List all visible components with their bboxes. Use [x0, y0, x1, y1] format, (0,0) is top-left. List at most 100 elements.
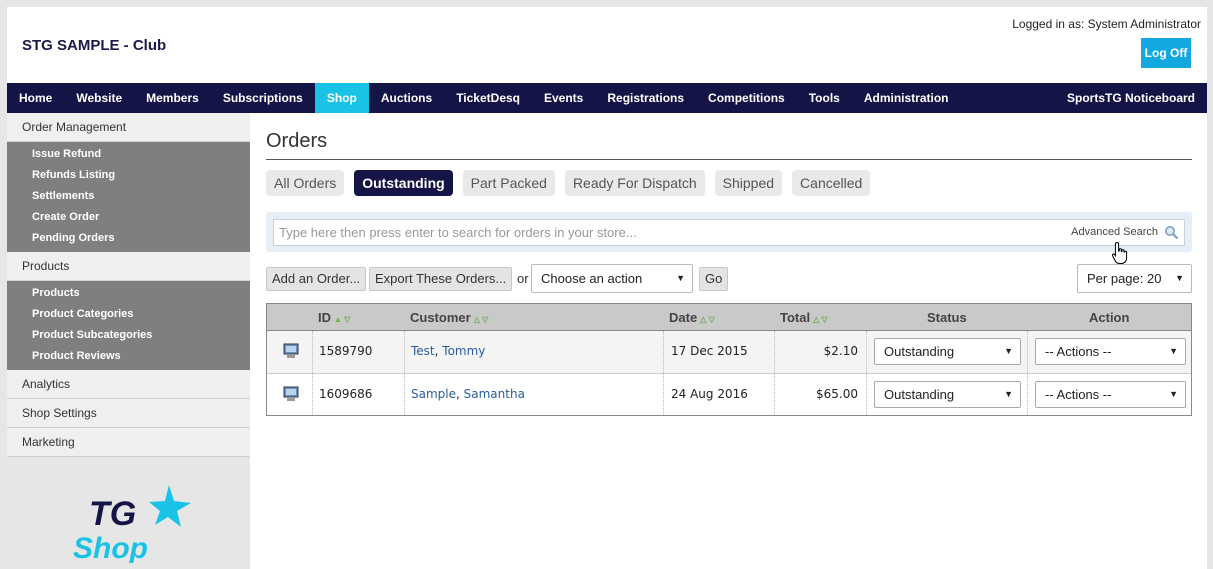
sidebar-item-product-reviews[interactable]: Product Reviews [7, 346, 250, 367]
nav-registrations[interactable]: Registrations [595, 83, 696, 113]
order-date: 24 Aug 2016 [671, 387, 748, 401]
export-orders-button[interactable]: Export These Orders... [369, 267, 513, 291]
chevron-down-icon: ▼ [1004, 346, 1013, 356]
chevron-down-icon: ▼ [1169, 389, 1178, 399]
col-total-header[interactable]: Total △ ▽ [780, 304, 828, 333]
orders-table: ID ▲ ▽ Customer △ ▽ Date △ ▽ Total △ ▽ Statu… [266, 303, 1192, 416]
sidebar-item-settlements[interactable]: Settlements [7, 186, 250, 207]
nav-administration[interactable]: Administration [852, 83, 961, 113]
nav-competitions[interactable]: Competitions [696, 83, 797, 113]
search-box: Advanced Search [273, 219, 1185, 246]
chevron-down-icon: ▼ [676, 273, 685, 283]
actions-select[interactable]: -- Actions -- ▼ [1035, 381, 1186, 408]
actions-select[interactable]: -- Actions -- ▼ [1035, 338, 1186, 365]
page-title: Orders [266, 130, 328, 152]
sort-icon: △ ▽ [700, 315, 715, 324]
app-frame: STG SAMPLE - Club Logged in as: System A… [7, 7, 1207, 569]
order-total: $65.00 [816, 387, 858, 401]
logo-tg-text: TG [89, 495, 136, 533]
search-bar: Advanced Search [266, 212, 1192, 252]
nav-ticketdesq[interactable]: TicketDesq [444, 83, 532, 113]
tab-shipped[interactable]: Shipped [714, 170, 783, 196]
nav-tools[interactable]: Tools [797, 83, 852, 113]
nav-subscriptions[interactable]: Subscriptions [211, 83, 315, 113]
tab-ready-for-dispatch[interactable]: Ready For Dispatch [564, 170, 705, 196]
order-total: $2.10 [823, 344, 858, 358]
tab-part-packed[interactable]: Part Packed [462, 170, 555, 196]
table-header: ID ▲ ▽ Customer △ ▽ Date △ ▽ Total △ ▽ Statu… [267, 304, 1191, 331]
club-title: STG SAMPLE - Club [22, 37, 167, 54]
main-nav: Home Website Members Subscriptions Shop … [7, 83, 1207, 113]
main-content: Orders All Orders Outstanding Part Packe… [266, 113, 1192, 569]
col-date-header[interactable]: Date △ ▽ [669, 304, 715, 333]
search-icon[interactable] [1164, 225, 1179, 240]
sidebar-item-issue-refund[interactable]: Issue Refund [7, 144, 250, 165]
sidebar: Order Management Issue Refund Refunds Li… [7, 113, 250, 569]
col-id-header[interactable]: ID ▲ ▽ [318, 304, 350, 333]
customer-first-link[interactable]: Sample [411, 387, 456, 401]
sidebar-item-refunds-listing[interactable]: Refunds Listing [7, 165, 250, 186]
customer-cell: Test, Tommy [411, 344, 486, 358]
nav-auctions[interactable]: Auctions [369, 83, 444, 113]
nav-noticeboard[interactable]: SportsTG Noticeboard [1067, 83, 1195, 113]
logo-shop-text: Shop [73, 532, 148, 563]
sort-icon: △ ▽ [813, 315, 828, 324]
table-row[interactable]: 1609686 Sample, Samantha 24 Aug 2016 $65… [267, 373, 1191, 415]
table-row[interactable]: 1589790 Test, Tommy 17 Dec 2015 $2.10 Ou… [267, 331, 1191, 373]
sidebar-item-create-order[interactable]: Create Order [7, 207, 250, 228]
computer-icon [283, 343, 299, 358]
status-select[interactable]: Outstanding ▼ [874, 338, 1021, 365]
tab-all-orders[interactable]: All Orders [266, 170, 345, 196]
tg-shop-logo: TG Shop [73, 485, 191, 563]
nav-members[interactable]: Members [134, 83, 211, 113]
star-icon [149, 485, 191, 527]
chevron-down-icon: ▼ [1175, 273, 1184, 283]
per-page-select[interactable]: Per page: 20 ▼ [1077, 264, 1192, 293]
chevron-down-icon: ▼ [1169, 346, 1178, 356]
nav-events[interactable]: Events [532, 83, 595, 113]
chevron-down-icon: ▼ [1004, 389, 1013, 399]
order-id: 1609686 [319, 387, 373, 401]
nav-home[interactable]: Home [7, 83, 64, 113]
products-submenu: Products Product Categories Product Subc… [7, 281, 250, 370]
add-order-button[interactable]: Add an Order... [266, 267, 367, 291]
per-page-value: Per page: 20 [1087, 271, 1162, 286]
action-select[interactable]: Choose an action ▼ [531, 264, 693, 293]
order-submenu: Issue Refund Refunds Listing Settlements… [7, 142, 250, 252]
logoff-button[interactable]: Log Off [1141, 38, 1191, 68]
advanced-search-link[interactable]: Advanced Search [1071, 226, 1158, 238]
customer-last-link[interactable]: Tommy [442, 344, 485, 358]
login-info: Logged in as: System Administrator [1012, 17, 1201, 31]
computer-icon [283, 386, 299, 401]
sidebar-products[interactable]: Products [7, 252, 250, 281]
order-id: 1589790 [319, 344, 373, 358]
hand-cursor-icon [1111, 241, 1128, 264]
customer-cell: Sample, Samantha [411, 387, 525, 401]
title-divider [266, 159, 1192, 160]
sidebar-item-product-categories[interactable]: Product Categories [7, 304, 250, 325]
tab-outstanding[interactable]: Outstanding [354, 170, 453, 196]
sort-icon: △ ▽ [473, 315, 489, 324]
sidebar-order-management[interactable]: Order Management [7, 113, 250, 142]
sort-icon: ▲ ▽ [334, 315, 351, 324]
sidebar-analytics[interactable]: Analytics [7, 370, 250, 399]
customer-first-link[interactable]: Test [411, 344, 435, 358]
order-date: 17 Dec 2015 [671, 344, 748, 358]
action-select-value: Choose an action [541, 271, 643, 286]
sidebar-item-products[interactable]: Products [7, 283, 250, 304]
nav-website[interactable]: Website [64, 83, 134, 113]
col-status-header: Status [927, 310, 967, 325]
sidebar-marketing[interactable]: Marketing [7, 428, 250, 457]
tab-cancelled[interactable]: Cancelled [792, 170, 871, 196]
sidebar-shop-settings[interactable]: Shop Settings [7, 399, 250, 428]
sidebar-item-pending-orders[interactable]: Pending Orders [7, 228, 250, 249]
sidebar-item-product-subcategories[interactable]: Product Subcategories [7, 325, 250, 346]
go-button[interactable]: Go [699, 267, 729, 291]
col-action-header: Action [1089, 310, 1130, 325]
customer-last-link[interactable]: Samantha [464, 387, 525, 401]
col-customer-header[interactable]: Customer △ ▽ [410, 304, 488, 333]
search-input[interactable] [279, 220, 1039, 245]
status-select[interactable]: Outstanding ▼ [874, 381, 1021, 408]
nav-shop[interactable]: Shop [314, 83, 369, 113]
order-tabs: All Orders Outstanding Part Packed Ready… [266, 170, 871, 196]
